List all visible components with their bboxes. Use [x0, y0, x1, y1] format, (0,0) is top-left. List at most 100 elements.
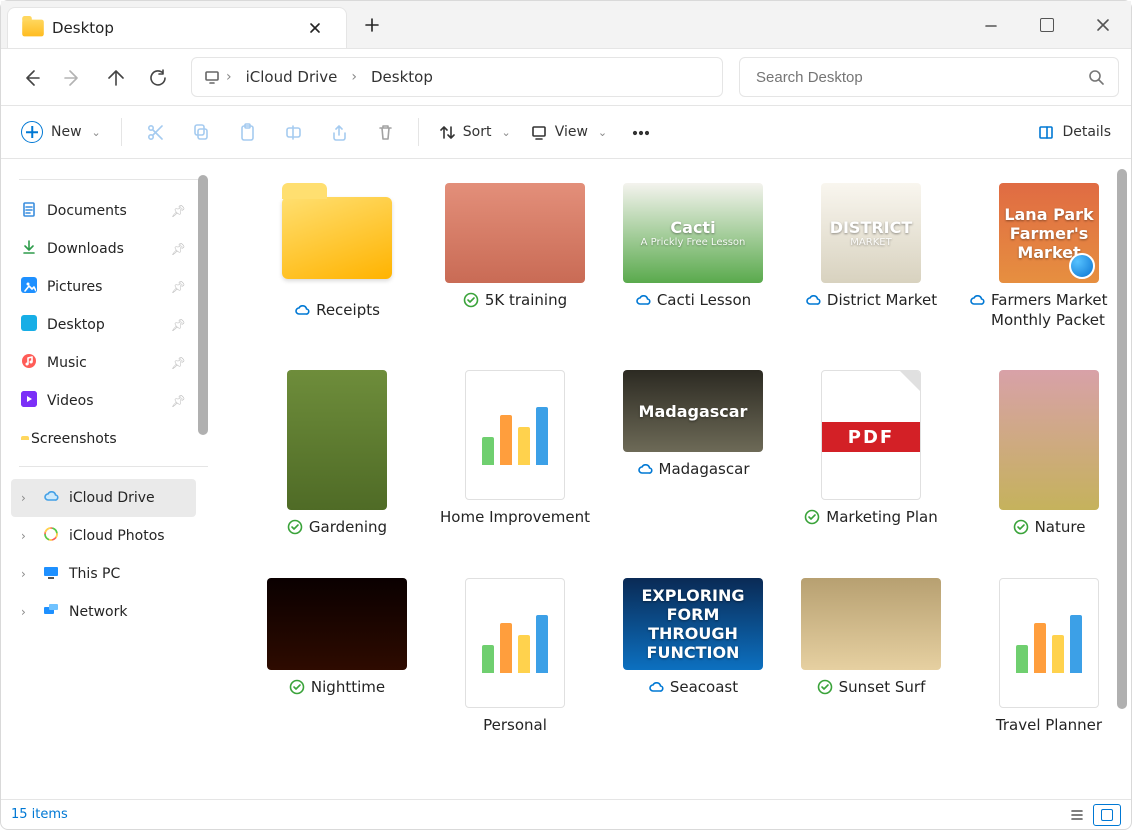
minimize-icon — [982, 16, 1000, 34]
breadcrumb-segment[interactable]: Desktop — [363, 64, 441, 90]
search-icon — [1088, 69, 1104, 85]
nav-refresh-button[interactable] — [139, 59, 175, 95]
nav-forward-button[interactable] — [55, 59, 91, 95]
file-item[interactable]: Receipts — [257, 183, 417, 330]
file-item[interactable]: Home Improvement — [435, 370, 595, 538]
status-bar: 15 items — [1, 799, 1131, 829]
file-label-row: Nature — [1013, 518, 1086, 538]
file-label-row: Receipts — [294, 301, 380, 321]
tab-desktop[interactable]: Desktop — [7, 7, 347, 48]
rename-icon — [284, 123, 302, 141]
chevron-right-icon[interactable]: › — [21, 605, 35, 619]
sidebar-item-documents[interactable]: Documents📌︎ — [11, 192, 196, 230]
item-count: 15 items — [11, 807, 68, 822]
file-item[interactable]: Nature — [969, 370, 1129, 538]
chevron-right-icon[interactable]: › — [21, 567, 35, 581]
file-name: Cacti Lesson — [657, 291, 751, 311]
file-item[interactable]: Travel Planner — [969, 578, 1129, 736]
file-item[interactable]: Gardening — [257, 370, 417, 538]
sidebar-item-label: Screenshots — [31, 431, 117, 447]
image-thumbnail — [445, 183, 585, 283]
close-window-button[interactable] — [1075, 1, 1131, 48]
scrollbar-thumb[interactable] — [198, 175, 208, 435]
icloud-icon — [43, 488, 59, 508]
file-name: Madagascar — [659, 460, 750, 480]
cut-button[interactable] — [134, 112, 176, 152]
nav-up-button[interactable] — [97, 59, 133, 95]
search-box[interactable] — [739, 57, 1119, 97]
sort-button[interactable]: Sort ⌄ — [431, 112, 519, 152]
details-label: Details — [1062, 124, 1111, 140]
nav-back-button[interactable] — [13, 59, 49, 95]
minimize-button[interactable] — [963, 1, 1019, 48]
paste-button[interactable] — [226, 112, 268, 152]
sidebar-item-icloud-photos[interactable]: › iCloud Photos — [11, 517, 196, 555]
body: Documents📌︎ Downloads📌︎ Pictures📌︎ Deskt… — [1, 159, 1131, 799]
file-item[interactable]: Nighttime — [257, 578, 417, 736]
sidebar-item-label: iCloud Photos — [69, 528, 165, 544]
chevron-right-icon[interactable]: › — [21, 529, 35, 543]
sidebar-item-pictures[interactable]: Pictures📌︎ — [11, 268, 196, 306]
sidebar-item-label: Desktop — [47, 317, 105, 333]
chevron-down-icon: ⌄ — [501, 126, 510, 139]
more-button[interactable] — [619, 112, 661, 152]
file-item[interactable]: Lana Park Farmer's Market Farmers Market… — [969, 183, 1129, 330]
file-item[interactable]: Sunset Surf — [791, 578, 951, 736]
file-item[interactable]: DISTRICTMARKET District Market — [791, 183, 951, 330]
file-label-row: 5K training — [463, 291, 567, 311]
file-name: Gardening — [309, 518, 387, 538]
chevron-right-icon[interactable]: › — [21, 491, 35, 505]
file-item[interactable]: PDF Marketing Plan — [791, 370, 951, 538]
sidebar-item-videos[interactable]: Videos📌︎ — [11, 382, 196, 420]
sidebar-item-icloud-drive[interactable]: › iCloud Drive — [11, 479, 196, 517]
sidebar-item-network[interactable]: › Network — [11, 593, 196, 631]
file-label-row: Marketing Plan — [804, 508, 937, 528]
new-label: New — [51, 124, 82, 140]
breadcrumb[interactable]: › iCloud Drive › Desktop — [191, 57, 723, 97]
file-item[interactable]: CactiA Prickly Free Lesson Cacti Lesson — [613, 183, 773, 330]
scissors-icon — [146, 123, 164, 141]
folder-icon — [22, 20, 44, 37]
window-controls — [963, 1, 1131, 48]
videos-icon — [21, 391, 37, 411]
file-item[interactable]: 5K training — [435, 183, 595, 330]
new-button[interactable]: New ⌄ — [13, 112, 109, 152]
new-tab-button[interactable] — [357, 10, 387, 40]
share-button[interactable] — [318, 112, 360, 152]
network-icon — [43, 602, 59, 622]
scrollbar-thumb[interactable] — [1117, 169, 1127, 709]
sidebar-item-downloads[interactable]: Downloads📌︎ — [11, 230, 196, 268]
sidebar-item-label: Pictures — [47, 279, 102, 295]
sidebar-item-desktop[interactable]: Desktop📌︎ — [11, 306, 196, 344]
details-button[interactable]: Details — [1030, 112, 1119, 152]
view-button[interactable]: View ⌄ — [523, 112, 615, 152]
grid-view-button[interactable] — [1093, 804, 1121, 826]
numbers-thumbnail — [465, 370, 565, 500]
copy-button[interactable] — [180, 112, 222, 152]
chevron-down-icon: ⌄ — [92, 126, 101, 139]
sort-icon — [439, 124, 455, 140]
file-item[interactable]: EXPLORING FORM THROUGH FUNCTION Seacoast — [613, 578, 773, 736]
delete-button[interactable] — [364, 112, 406, 152]
maximize-button[interactable] — [1019, 1, 1075, 48]
breadcrumb-segment[interactable]: iCloud Drive — [238, 64, 346, 90]
separator — [418, 118, 419, 146]
check-circle-icon — [287, 519, 303, 535]
separator — [19, 466, 208, 467]
sidebar-item-screenshots[interactable]: Screenshots — [11, 420, 196, 458]
sidebar-item-this-pc[interactable]: › This PC — [11, 555, 196, 593]
items-grid: Receipts 5K training CactiA Prickly Free… — [217, 159, 1131, 755]
sidebar-item-music[interactable]: Music📌︎ — [11, 344, 196, 382]
file-item[interactable]: Personal — [435, 578, 595, 736]
sidebar: Documents📌︎ Downloads📌︎ Pictures📌︎ Deskt… — [1, 159, 217, 799]
check-circle-icon — [817, 679, 833, 695]
close-tab-button[interactable] — [300, 13, 330, 43]
file-label-row: Personal — [483, 716, 547, 736]
list-view-button[interactable] — [1063, 804, 1091, 826]
file-item[interactable]: Madagascar Madagascar — [613, 370, 773, 538]
image-thumbnail: DISTRICTMARKET — [821, 183, 921, 283]
chevron-right-icon: › — [226, 69, 232, 85]
rename-button[interactable] — [272, 112, 314, 152]
search-input[interactable] — [754, 68, 1078, 87]
trash-icon — [376, 123, 394, 141]
